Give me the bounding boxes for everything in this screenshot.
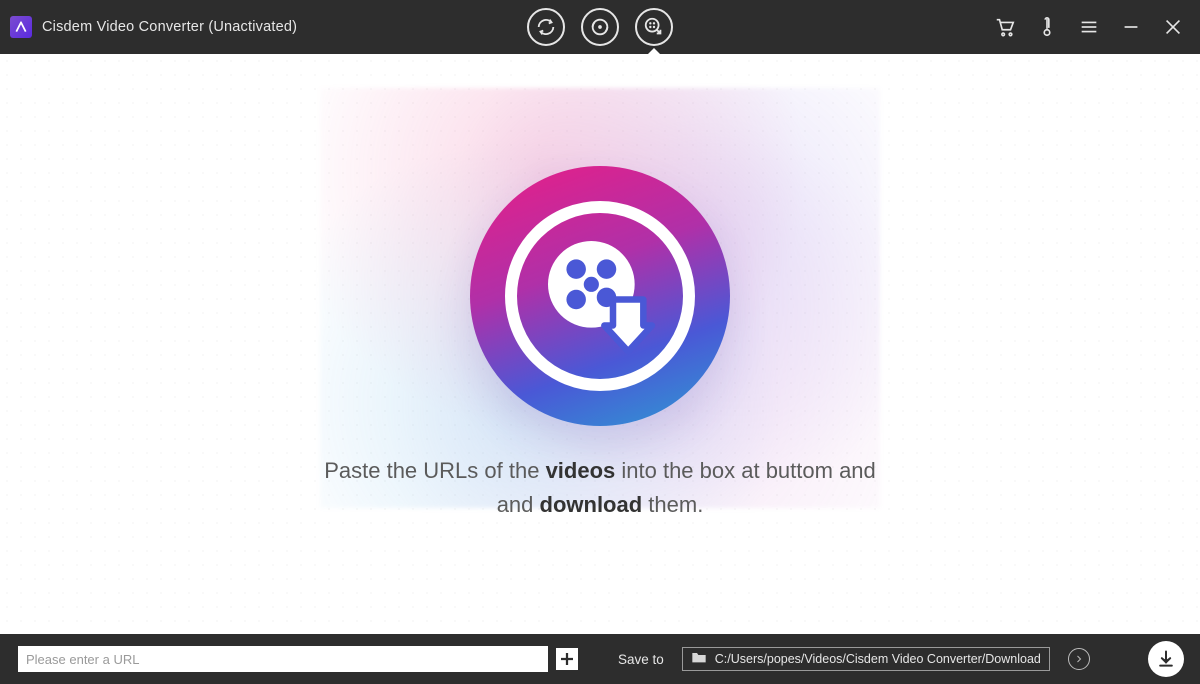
add-url-button[interactable] <box>554 646 580 672</box>
hint-bold-download: download <box>540 492 643 517</box>
app-title: Cisdem Video Converter (Unactivated) <box>42 19 297 35</box>
hint-text: Paste the URLs of the videos into the bo… <box>324 454 876 522</box>
url-input[interactable] <box>18 646 548 672</box>
main-area: Paste the URLs of the videos into the bo… <box>0 54 1200 634</box>
tab-rip[interactable] <box>581 8 619 46</box>
menu-icon[interactable] <box>1076 14 1102 40</box>
bottombar: Save to C:/Users/popes/Videos/Cisdem Vid… <box>0 634 1200 684</box>
close-icon[interactable] <box>1160 14 1186 40</box>
tab-download[interactable] <box>635 8 673 46</box>
hint-mid2: and <box>497 492 540 517</box>
hero-download-icon <box>470 166 730 426</box>
save-to-label: Save to <box>618 652 664 667</box>
hint-mid: into the box at buttom and <box>615 458 876 483</box>
open-folder-button[interactable] <box>1068 648 1090 670</box>
thermometer-icon[interactable] <box>1034 14 1060 40</box>
hint-bold-videos: videos <box>546 458 616 483</box>
titlebar: Cisdem Video Converter (Unactivated) <box>0 0 1200 54</box>
tab-convert[interactable] <box>527 8 565 46</box>
download-button[interactable] <box>1148 641 1184 677</box>
cart-icon[interactable] <box>992 14 1018 40</box>
folder-icon <box>691 650 707 669</box>
save-path-text: C:/Users/popes/Videos/Cisdem Video Conve… <box>715 652 1041 666</box>
minimize-icon[interactable] <box>1118 14 1144 40</box>
hint-pre: Paste the URLs of the <box>324 458 545 483</box>
hint-post: them. <box>642 492 703 517</box>
app-logo-icon <box>10 16 32 38</box>
save-path-box[interactable]: C:/Users/popes/Videos/Cisdem Video Conve… <box>682 647 1050 671</box>
